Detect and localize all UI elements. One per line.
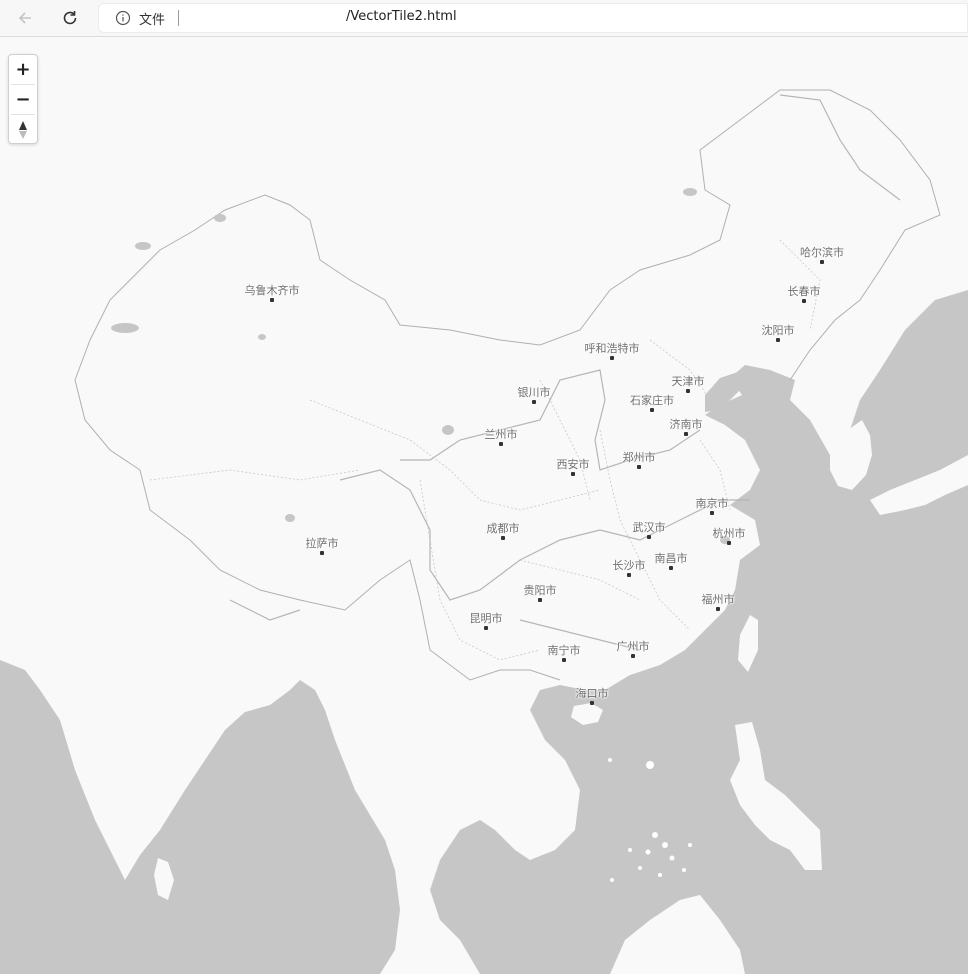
city-marker-dot	[631, 654, 635, 658]
city-label: 成都市	[486, 522, 520, 535]
city-marker-dot	[571, 472, 575, 476]
land-philippines	[730, 722, 822, 870]
city-marker-dot	[802, 299, 806, 303]
city-label: 武汉市	[632, 521, 666, 534]
back-button[interactable]	[12, 5, 38, 31]
city-marker-dot	[627, 573, 631, 577]
map-canvas[interactable]: 乌鲁木齐市 哈尔滨市长春市沈阳市呼和浩特市天津市银川市石家庄市兰州市 济南市西安市 郑…	[0, 37, 968, 974]
city-label: 郑州市	[622, 451, 656, 464]
city-label: 银川市	[517, 386, 551, 399]
land-borneo	[610, 895, 745, 974]
land-srilanka	[154, 858, 174, 900]
city-label: 长沙市	[612, 559, 646, 572]
city-label: 天津市	[671, 375, 705, 388]
city-label: 济南市	[669, 418, 703, 431]
city-label: 昆明市	[469, 612, 503, 625]
city-label: 南京市	[695, 497, 729, 510]
file-scheme-label: 文件	[139, 13, 166, 28]
city-marker-dot	[669, 566, 673, 570]
land-mainland	[0, 37, 968, 974]
city-label: 贵阳市	[523, 584, 557, 597]
address-bar[interactable]: 文件 /VectorTile2.html	[98, 3, 968, 33]
land-japan	[870, 455, 968, 515]
city-marker-dot	[610, 356, 614, 360]
city-marker-dot	[776, 338, 780, 342]
browser-toolbar: 文件 /VectorTile2.html	[0, 0, 968, 37]
city-label: 南宁市	[547, 644, 581, 657]
city-marker-dot	[562, 658, 566, 662]
address-separator	[178, 10, 179, 26]
city-marker-dot	[484, 626, 488, 630]
basemap	[0, 37, 968, 974]
city-marker-dot	[501, 536, 505, 540]
city-marker-dot	[270, 298, 274, 302]
city-label: 海口市	[575, 687, 609, 700]
compass-icon	[19, 120, 27, 139]
city-marker-dot	[532, 400, 536, 404]
back-arrow-icon	[18, 12, 31, 24]
url-text[interactable]: /VectorTile2.html	[346, 9, 457, 24]
reload-button[interactable]	[57, 5, 83, 31]
city-marker-dot	[650, 408, 654, 412]
city-label: 广州市	[616, 640, 650, 653]
city-label: 呼和浩特市	[584, 342, 640, 355]
city-label: 石家庄市	[630, 394, 674, 407]
compass-button[interactable]	[9, 115, 37, 144]
city-marker-dot	[820, 260, 824, 264]
city-label: 哈尔滨市	[800, 246, 844, 259]
city-marker-dot	[320, 551, 324, 555]
city-marker-dot	[590, 701, 594, 705]
city-marker-dot	[710, 511, 714, 515]
city-label: 乌鲁木齐市	[244, 284, 300, 297]
city-label: 长春市	[787, 285, 821, 298]
city-marker-dot	[647, 535, 651, 539]
city-marker-dot	[684, 432, 688, 436]
city-marker-dot	[716, 607, 720, 611]
city-label: 西安市	[556, 458, 590, 471]
city-marker-dot	[727, 541, 731, 545]
city-label: 拉萨市	[305, 537, 339, 550]
info-icon[interactable]	[115, 10, 131, 26]
city-label: 兰州市	[484, 428, 518, 441]
city-marker-dot	[686, 389, 690, 393]
city-marker-dot	[637, 465, 641, 469]
zoom-in-button[interactable]: +	[9, 55, 37, 84]
land-taiwan	[738, 615, 758, 672]
zoom-control: + −	[8, 54, 38, 144]
city-label: 南昌市	[654, 552, 688, 565]
city-marker-dot	[538, 598, 542, 602]
city-label: 福州市	[701, 593, 735, 606]
city-label: 杭州市	[712, 527, 746, 540]
city-marker-dot	[499, 442, 503, 446]
zoom-out-button[interactable]: −	[9, 85, 37, 114]
city-label: 沈阳市	[761, 324, 795, 337]
reload-icon	[63, 11, 77, 25]
